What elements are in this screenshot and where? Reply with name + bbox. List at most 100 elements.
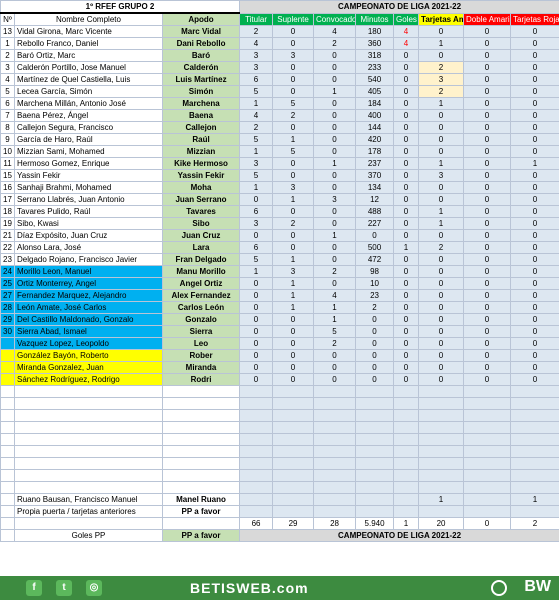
stat-amarillas: 0 bbox=[418, 373, 465, 386]
stat-convocado: 0 bbox=[313, 361, 357, 374]
player-apodo: Kike Hermoso bbox=[161, 157, 241, 170]
stat-suplente: 0 bbox=[272, 205, 315, 218]
stat-titular: 0 bbox=[239, 289, 274, 302]
stat-convocado: 3 bbox=[313, 193, 357, 206]
player-name: León Amate, José Carlos bbox=[14, 301, 163, 314]
player-row[interactable]: 15 Yassin Fekir Yassin Fekir 5 0 0 370 0 3 0 0 bbox=[0, 169, 559, 182]
empty-cell bbox=[393, 397, 420, 410]
player-row[interactable]: 27 Fernandez Marquez, Alejandro Alex Ferna… bbox=[0, 289, 559, 302]
player-row[interactable]: 19 Sibo, Kwasi Sibo 3 2 0 227 0 1 0 0 bbox=[0, 217, 559, 230]
stat-dobles: 0 bbox=[463, 205, 512, 218]
player-row[interactable]: 22 Alonso Lara, José Lara 6 0 0 500 1 2 0 0 bbox=[0, 241, 559, 254]
facebook-icon[interactable]: f bbox=[26, 580, 42, 596]
player-apodo: Rober bbox=[161, 349, 241, 362]
player-row[interactable]: 9 García de Haro, Raúl Raúl 5 1 0 420 0 0 0 0 bbox=[0, 133, 559, 146]
player-row[interactable]: 3 Calderón Portillo, Jose Manuel Calderón 3… bbox=[0, 61, 559, 74]
player-row[interactable]: 16 Sanhaji Brahmi, Mohamed Moha 1 3 0 134 0 0 0 0 bbox=[0, 181, 559, 194]
stat-convocado: 0 bbox=[313, 217, 357, 230]
empty-cell bbox=[0, 457, 15, 470]
empty-cell bbox=[355, 397, 395, 410]
player-row[interactable]: 7 Baena Pérez, Ángel Baena 4 2 0 400 0 0 0 0 bbox=[0, 109, 559, 122]
stat-dobles: 0 bbox=[463, 253, 512, 266]
stat-titular: 2 bbox=[239, 121, 274, 134]
stat-titular: 6 bbox=[239, 205, 274, 218]
stat-dobles: 0 bbox=[463, 301, 512, 314]
empty-cell bbox=[510, 409, 559, 422]
stat-goles: 0 bbox=[393, 121, 420, 134]
stat-titular: 5 bbox=[239, 169, 274, 182]
empty-cell bbox=[161, 385, 241, 398]
player-row[interactable]: 29 Del Castillo Maldonado, Gonzalo Gonzalo… bbox=[0, 313, 559, 326]
player-row[interactable]: 30 Sierra Abad, Ismael Sierra 0 0 5 0 0 0 0 0 bbox=[0, 325, 559, 338]
total-rojas: 2 bbox=[510, 517, 559, 530]
player-num: 22 bbox=[0, 241, 15, 254]
stat-minutos: 2 bbox=[355, 301, 395, 314]
player-row[interactable]: 1 Rebollo Franco, Daniel Dani Rebollo 4 0 2 36… bbox=[0, 37, 559, 50]
player-apodo: Juan Serrano bbox=[161, 193, 241, 206]
player-row[interactable]: 23 Delgado Rojano, Francisco Javier Fran D… bbox=[0, 253, 559, 266]
empty-row bbox=[0, 445, 559, 458]
player-row[interactable]: Miranda Gonzalez, Juan Miranda 0 0 0 0 0 0 0 0 bbox=[0, 361, 559, 374]
player-row[interactable]: 8 Callejon Segura, Francisco Callejon 2 0 0 14… bbox=[0, 121, 559, 134]
stat-convocado: 0 bbox=[313, 169, 357, 182]
stat-amarillas: 0 bbox=[418, 253, 465, 266]
player-row[interactable]: 6 Marchena Millán, Antonio José Marchena 1 5… bbox=[0, 97, 559, 110]
stat-dobles: 0 bbox=[463, 289, 512, 302]
stat-convocado: 0 bbox=[313, 181, 357, 194]
player-row[interactable]: 17 Serrano Llabrés, Juan Antonio Juan Serr… bbox=[0, 193, 559, 206]
player-row[interactable]: 21 Díaz Expósito, Juan Cruz Juan Cruz 0 0 1 0 0… bbox=[0, 229, 559, 242]
stat-suplente: 0 bbox=[272, 349, 315, 362]
empty-cell bbox=[313, 481, 357, 494]
player-row[interactable]: González Bayón, Roberto Rober 0 0 0 0 0 0 0 0 bbox=[0, 349, 559, 362]
player-name: García de Haro, Raúl bbox=[14, 133, 163, 146]
staff-goles bbox=[393, 493, 420, 506]
stat-minutos: 0 bbox=[355, 337, 395, 350]
twitter-icon[interactable]: t bbox=[56, 580, 72, 596]
empty-cell bbox=[14, 385, 163, 398]
stat-amarillas: 0 bbox=[418, 349, 465, 362]
stat-convocado: 0 bbox=[313, 73, 357, 86]
empty-cell bbox=[510, 385, 559, 398]
player-row[interactable]: 5 Lecea García, Simón Simón 5 0 1 405 0 2 0 0 bbox=[0, 85, 559, 98]
own-goals-cell bbox=[239, 505, 274, 518]
empty-cell bbox=[418, 445, 465, 458]
player-name: Del Castillo Maldonado, Gonzalo bbox=[14, 313, 163, 326]
instagram-icon[interactable]: ◎ bbox=[86, 580, 102, 596]
player-apodo: Baena bbox=[161, 109, 241, 122]
empty-cell bbox=[239, 409, 274, 422]
player-row[interactable]: 10 Mizzian Sami, Mohamed Mizzian 1 5 0 178 0 0 0 0 bbox=[0, 145, 559, 158]
player-num: 7 bbox=[0, 109, 15, 122]
player-name: Marchena Millán, Antonio José bbox=[14, 97, 163, 110]
player-row[interactable]: 28 León Amate, José Carlos Carlos León 0 1 1 2… bbox=[0, 301, 559, 314]
player-row[interactable]: 13 Vidal Girona, Marc Vicente Marc Vidal 2 0… bbox=[0, 25, 559, 38]
player-row[interactable]: 2 Baró Ortiz, Marc Baró 3 3 0 318 0 0 0 0 bbox=[0, 49, 559, 62]
stat-dobles: 0 bbox=[463, 325, 512, 338]
player-row[interactable]: Sánchez Rodríguez, Rodrigo Rodri 0 0 0 0 0 0 0 0 bbox=[0, 373, 559, 386]
total-suplente: 29 bbox=[272, 517, 315, 530]
staff-rojas: 1 bbox=[510, 493, 559, 506]
stat-goles: 0 bbox=[393, 301, 420, 314]
col-dobles: Doble Amarillas bbox=[463, 12, 512, 26]
player-row[interactable]: 25 Ortiz Monterrey, Angel Angel Ortiz 0 1 0 10… bbox=[0, 277, 559, 290]
stat-goles: 0 bbox=[393, 289, 420, 302]
stat-rojas: 0 bbox=[510, 109, 559, 122]
player-row[interactable]: 4 Martínez de Quel Castiella, Luis Luis Ma… bbox=[0, 73, 559, 86]
empty-cell bbox=[510, 433, 559, 446]
player-row[interactable]: 18 Tavares Pulido, Raúl Tavares 6 0 0 488 0 1 0 0 bbox=[0, 205, 559, 218]
player-row[interactable]: 24 Morillo Leon, Manuel Manu Morillo 1 3 2 98 0… bbox=[0, 265, 559, 278]
staff-suplente bbox=[272, 493, 315, 506]
stat-amarillas: 3 bbox=[418, 169, 465, 182]
player-row[interactable]: Vazquez Lopez, Leopoldo Leo 0 0 2 0 0 0 0 0 bbox=[0, 337, 559, 350]
own-goals-cell bbox=[272, 505, 315, 518]
stat-dobles: 0 bbox=[463, 85, 512, 98]
empty-cell bbox=[463, 457, 512, 470]
staff-row[interactable]: Ruano Bausan, Francisco Manuel Manel Ruan… bbox=[0, 493, 559, 506]
player-row[interactable]: 11 Hermoso Gomez, Enrique Kike Hermoso 3 0 1 2… bbox=[0, 157, 559, 170]
empty-cell bbox=[418, 469, 465, 482]
empty-cell bbox=[463, 409, 512, 422]
empty-cell bbox=[272, 457, 315, 470]
player-apodo: Rodri bbox=[161, 373, 241, 386]
empty-cell bbox=[161, 445, 241, 458]
stat-rojas: 0 bbox=[510, 97, 559, 110]
stat-suplente: 3 bbox=[272, 265, 315, 278]
